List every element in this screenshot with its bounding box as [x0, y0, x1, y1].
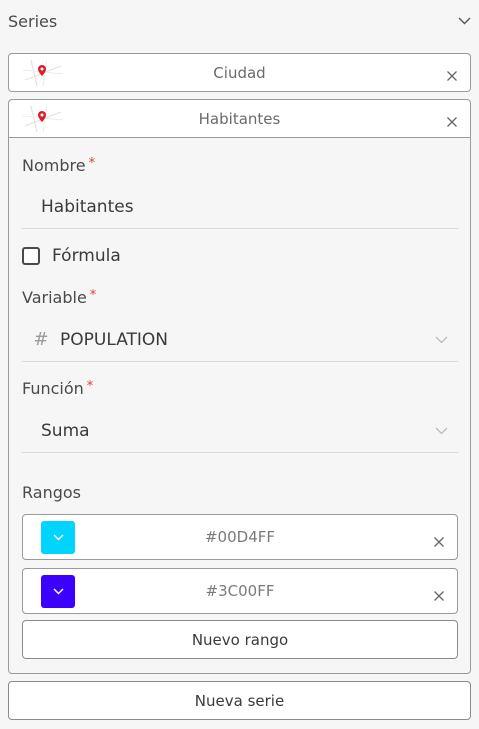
new-series-button[interactable]: Nueva serie	[8, 681, 471, 720]
series-panel: Series Ciudad Habitantes Nombre * Habita…	[0, 0, 479, 729]
section-title: Series	[8, 11, 58, 31]
chevron-down-icon[interactable]	[424, 427, 458, 435]
ranges-label: Rangos	[22, 483, 81, 502]
series-name: Habitantes	[198, 109, 281, 128]
chevron-down-icon[interactable]	[457, 14, 471, 28]
range-item: #3C00FF	[22, 568, 458, 614]
remove-range-icon[interactable]	[433, 533, 445, 547]
remove-series-icon[interactable]	[446, 113, 458, 127]
function-select[interactable]: Suma	[22, 409, 458, 453]
series-name: Ciudad	[213, 63, 266, 82]
new-range-button[interactable]: Nuevo rango	[22, 620, 458, 659]
chevron-down-icon[interactable]	[424, 336, 458, 344]
required-mark: *	[89, 288, 97, 303]
range-hex-value: #3C00FF	[205, 582, 275, 600]
series-section-header[interactable]: Series	[0, 0, 479, 42]
name-input-value: Habitantes	[41, 196, 134, 217]
variable-select[interactable]: # POPULATION	[22, 318, 458, 362]
name-input[interactable]: Habitantes	[22, 185, 458, 229]
variable-select-value: POPULATION	[60, 329, 168, 350]
remove-range-icon[interactable]	[433, 587, 445, 601]
color-picker-button[interactable]	[41, 521, 75, 554]
series-item-ciudad[interactable]: Ciudad	[8, 53, 471, 92]
series-edit-panel: Nombre * Habitantes Fórmula Variable * # P…	[8, 138, 471, 674]
series-item-habitantes[interactable]: Habitantes	[8, 99, 471, 138]
remove-series-icon[interactable]	[446, 67, 458, 81]
name-label: Nombre *	[22, 156, 96, 175]
formula-checkbox[interactable]	[22, 247, 40, 265]
variable-label: Variable *	[22, 288, 97, 307]
range-item: #00D4FF	[22, 514, 458, 560]
number-type-icon: #	[33, 329, 49, 350]
required-mark: *	[86, 379, 94, 394]
formula-row[interactable]: Fórmula	[22, 244, 121, 268]
formula-label: Fórmula	[52, 246, 121, 266]
function-label: Función *	[22, 379, 94, 398]
color-picker-button[interactable]	[41, 575, 75, 608]
range-hex-value: #00D4FF	[204, 528, 275, 546]
function-select-value: Suma	[41, 420, 90, 441]
required-mark: *	[88, 156, 96, 171]
